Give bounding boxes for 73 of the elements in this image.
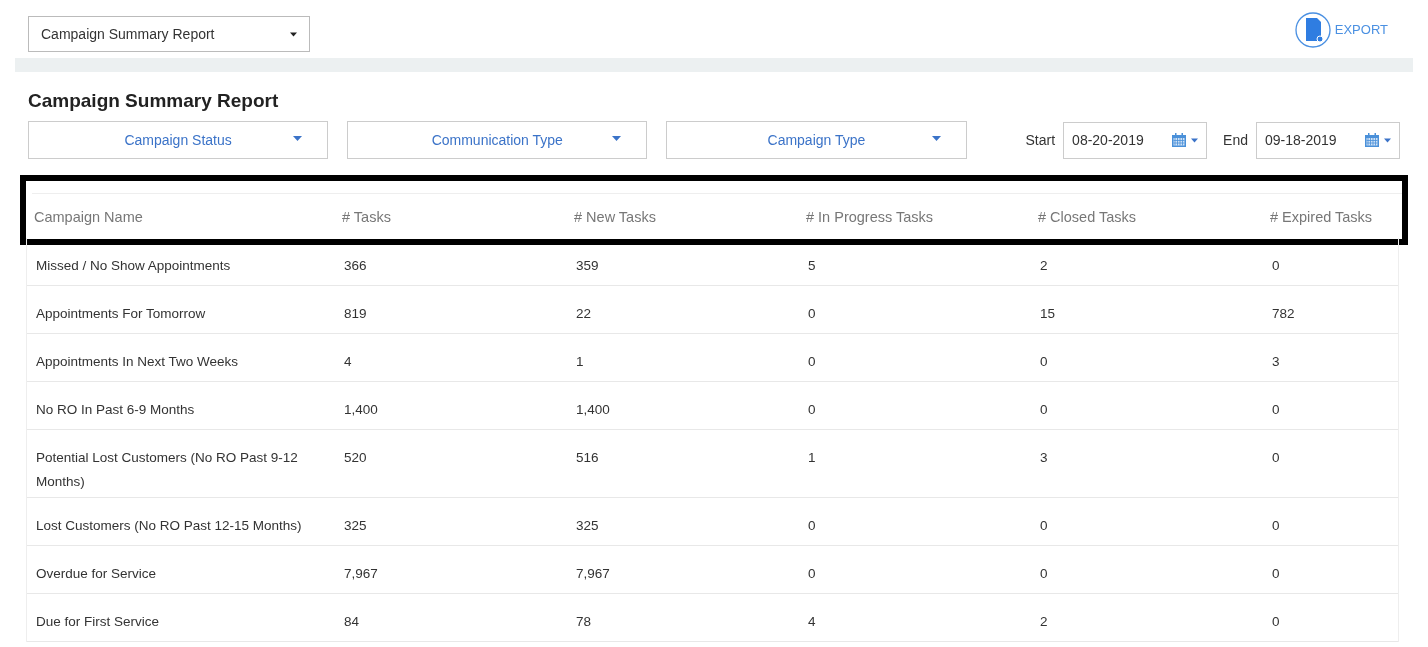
table-cell: 0 xyxy=(808,518,816,533)
column-header: # Closed Tasks xyxy=(1038,208,1137,225)
table-cell: 1 xyxy=(576,354,584,369)
table-cell: 0 xyxy=(808,354,816,369)
column-header: # Tasks xyxy=(342,208,391,225)
table-cell: 1,400 xyxy=(344,402,378,417)
table-cell: 0 xyxy=(1272,614,1280,629)
caret-icon xyxy=(612,136,622,141)
table-cell: 0 xyxy=(1040,518,1048,533)
export-file-icon xyxy=(1294,12,1331,48)
caret-icon xyxy=(1191,137,1199,143)
caret-icon xyxy=(293,136,303,141)
table-cell: 15 xyxy=(1040,306,1056,321)
filter-dropdown[interactable]: Campaign Status xyxy=(28,121,329,159)
table-cell: 0 xyxy=(1272,402,1280,417)
table-cell: 4 xyxy=(808,614,816,629)
table-cell: Potential Lost Customers (No RO Past 9-12 Months) xyxy=(36,450,298,489)
column-header: Campaign Name xyxy=(34,208,143,225)
start-label: Start xyxy=(1025,130,1056,150)
table-cell: 0 xyxy=(1272,258,1280,273)
start-date-field[interactable]: 08-20-2019 xyxy=(1063,121,1208,159)
caret-icon xyxy=(1384,137,1391,143)
column-header: # New Tasks xyxy=(574,208,656,225)
table-cell: No RO In Past 6-9 Months xyxy=(36,402,195,417)
table-cell: Appointments In Next Two Weeks xyxy=(36,354,239,369)
table-cell: Overdue for Service xyxy=(36,566,157,581)
filter-dropdown[interactable]: Campaign Type xyxy=(666,121,967,159)
table-cell: 0 xyxy=(1040,354,1048,369)
calendar-icon xyxy=(1171,132,1188,148)
table-cell: 366 xyxy=(344,258,367,273)
table-cell: 2 xyxy=(1040,614,1048,629)
table-cell: 0 xyxy=(1272,450,1280,465)
column-header: # In Progress Tasks xyxy=(806,208,934,225)
table-cell: 325 xyxy=(344,518,367,533)
table-cell: 0 xyxy=(1040,402,1048,417)
column-header: # Expired Tasks xyxy=(1270,208,1373,225)
table-cell: 0 xyxy=(808,566,816,581)
end-date-field[interactable]: 09-18-2019 xyxy=(1256,121,1400,159)
table-cell: 0 xyxy=(808,306,816,321)
report-title: Campaign Summary Report xyxy=(28,91,280,110)
report-select[interactable]: Campaign Summary Report xyxy=(28,16,310,52)
table-cell: 3 xyxy=(1272,354,1280,369)
table-cell: 1 xyxy=(808,450,816,465)
table-cell: 2 xyxy=(1040,258,1048,273)
table-cell: 0 xyxy=(1272,518,1280,533)
filter-dropdown[interactable]: Communication Type xyxy=(347,121,648,159)
table-cell: 4 xyxy=(344,354,352,369)
table-cell: 0 xyxy=(1040,566,1048,581)
table-cell: Appointments For Tomorrow xyxy=(36,306,206,321)
table-cell: 3 xyxy=(1040,450,1048,465)
caret-icon xyxy=(290,31,297,37)
table-cell: 359 xyxy=(576,258,599,273)
table-cell: 782 xyxy=(1272,306,1295,321)
table-cell: 0 xyxy=(1272,566,1280,581)
table-cell: 325 xyxy=(576,518,599,533)
table-cell: 520 xyxy=(344,450,367,465)
table-cell: 78 xyxy=(576,614,592,629)
table-cell: Missed / No Show Appointments xyxy=(36,258,231,273)
table-cell: 516 xyxy=(576,450,599,465)
table-cell: 819 xyxy=(344,306,367,321)
calendar-icon xyxy=(1364,132,1380,148)
table-cell: 7,967 xyxy=(344,566,378,581)
table-cell: 84 xyxy=(344,614,360,629)
table-cell: 0 xyxy=(808,402,816,417)
table-cell: 22 xyxy=(576,306,592,321)
table-cell: 7,967 xyxy=(576,566,610,581)
table-cell: 5 xyxy=(808,258,816,273)
export-button[interactable]: EXPORT xyxy=(1294,12,1388,48)
end-label: End xyxy=(1223,130,1248,150)
table-cell: Lost Customers (No RO Past 12-15 Months) xyxy=(36,518,302,533)
table-cell: 1,400 xyxy=(576,402,610,417)
table-cell: Due for First Service xyxy=(36,614,160,629)
caret-icon xyxy=(931,136,941,141)
